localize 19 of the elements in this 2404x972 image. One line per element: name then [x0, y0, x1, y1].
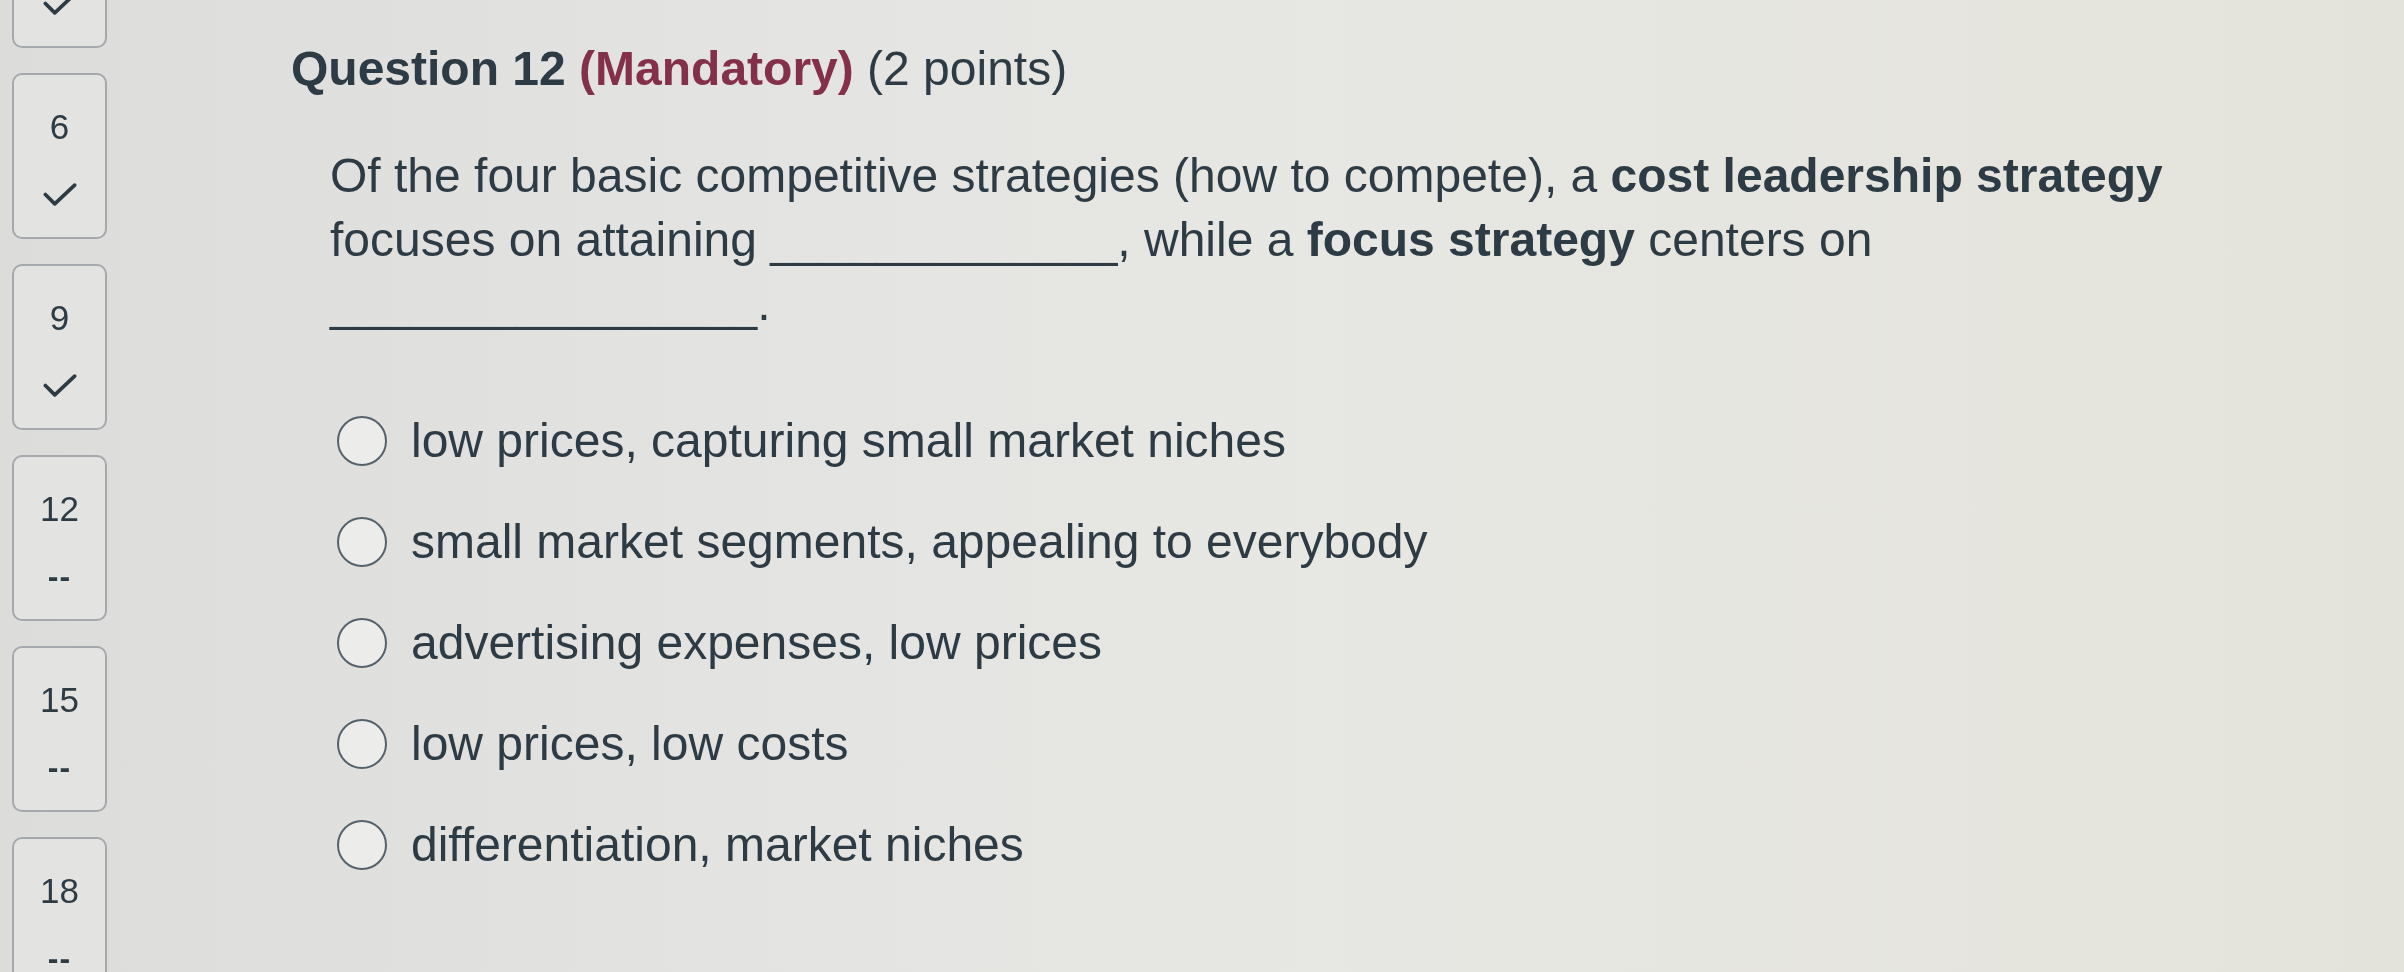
- radio-button[interactable]: [337, 416, 387, 466]
- question-nav-button[interactable]: 12 --: [12, 455, 107, 621]
- check-icon: [42, 373, 77, 397]
- question-text: Of the four basic competitive strategies (how to compete), a cost leadership strategy focuses on attaining _____________, while a focus strategy centers on ________________.: [330, 148, 2164, 332]
- option-label[interactable]: differentiation, market niches: [411, 817, 1024, 873]
- question-nav-button[interactable]: 9: [12, 264, 107, 430]
- option-label[interactable]: low prices, capturing small market niches: [411, 413, 1286, 469]
- check-icon: [42, 182, 77, 206]
- question-title: Question 12 (Mandatory) (2 points): [291, 41, 1068, 97]
- radio-button[interactable]: [337, 618, 387, 668]
- radio-button[interactable]: [337, 719, 387, 769]
- radio-button[interactable]: [337, 517, 387, 567]
- option-label[interactable]: small market segments, appealing to everybody: [411, 514, 1428, 570]
- question-nav-button[interactable]: 18 --: [12, 837, 107, 972]
- option-label[interactable]: advertising expenses, low prices: [411, 615, 1102, 671]
- radio-button[interactable]: [337, 820, 387, 870]
- question-nav-button[interactable]: 6: [12, 73, 107, 239]
- option-label[interactable]: low prices, low costs: [411, 716, 849, 772]
- question-nav-button[interactable]: 15 --: [12, 646, 107, 812]
